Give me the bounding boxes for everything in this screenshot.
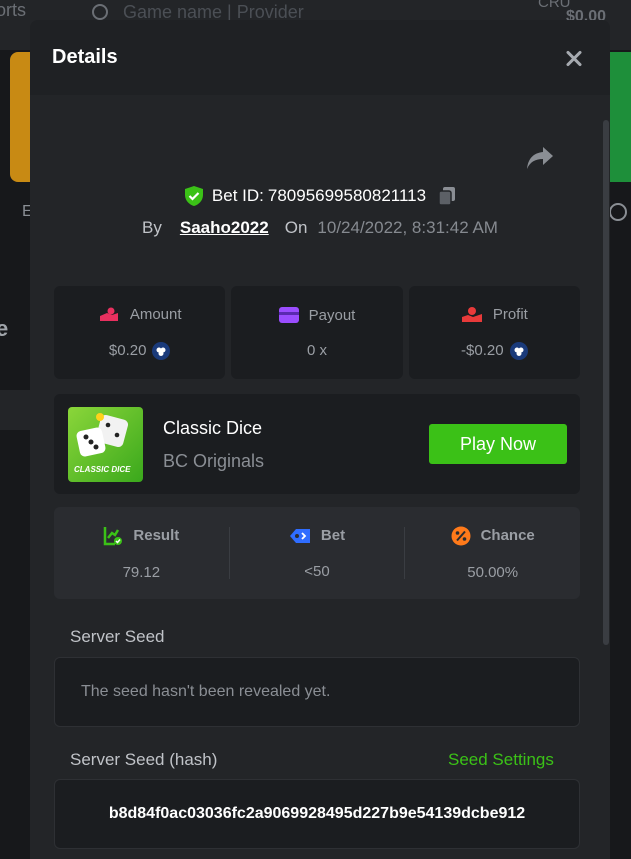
- background-game-card: [10, 52, 32, 182]
- bet-id-row: Bet ID: 78095699580821113: [30, 185, 610, 207]
- stat-value: $0.20: [108, 342, 147, 359]
- game-provider: BC Originals: [163, 451, 265, 471]
- play-now-button[interactable]: Play Now: [429, 424, 567, 464]
- search-icon: [92, 4, 108, 20]
- server-seed-field: The seed hasn't been revealed yet.: [54, 657, 580, 727]
- seed-settings-link[interactable]: Seed Settings: [448, 750, 554, 770]
- on-label: On: [284, 218, 308, 237]
- hand-profit-icon: [461, 306, 482, 322]
- stat-payout-header: Payout: [278, 306, 356, 324]
- game-card: CLASSIC DICE Classic Dice BC Originals P…: [54, 394, 580, 494]
- bet-author-row: By Saaho2022 On 10/24/2022, 8:31:42 AM: [30, 218, 610, 238]
- stat-profit-value-row: -$0.20: [461, 341, 528, 360]
- stat-profit: Profit -$0.20: [408, 286, 580, 379]
- stat-amount-header: Amount: [98, 306, 182, 324]
- stat-value: 79.12: [122, 563, 161, 581]
- background-panel: [0, 390, 30, 430]
- stat-bet-header: Bet: [289, 527, 345, 545]
- stat-bet: Bet <50: [228, 527, 405, 580]
- background-game-card: [609, 52, 631, 182]
- by-label: By: [142, 218, 162, 237]
- stat-amount-value-row: $0.20: [108, 341, 171, 360]
- cro-coin-icon: [509, 341, 528, 360]
- stat-label: Result: [133, 527, 180, 544]
- stat-chance: Chance 50.00%: [404, 526, 580, 581]
- server-seed-value: The seed hasn't been revealed yet.: [81, 683, 331, 700]
- copy-icon[interactable]: [438, 186, 456, 206]
- shield-check-icon: [184, 186, 203, 206]
- game-thumbnail[interactable]: CLASSIC DICE: [68, 407, 143, 482]
- stat-label: Bet: [320, 527, 346, 544]
- close-button[interactable]: [560, 44, 588, 72]
- stat-payout: Payout 0 x: [231, 286, 403, 379]
- share-icon[interactable]: [525, 145, 555, 171]
- stat-label: Profit: [492, 306, 528, 323]
- bet-stats: Amount $0.20 Payout 0 x Profit -$0.20: [54, 286, 580, 379]
- game-name: Classic Dice: [163, 418, 263, 438]
- stat-label: Payout: [308, 306, 356, 324]
- server-seed-hash-field[interactable]: b8d84f0ac03036fc2a9069928495d227b9e54139…: [54, 779, 580, 849]
- server-seed-hash-value: b8d84f0ac03036fc2a9069928495d227b9e54139…: [108, 805, 526, 822]
- stat-payout-value-row: 0 x: [307, 342, 327, 359]
- info-icon: [609, 203, 627, 221]
- game-thumbnail-label: CLASSIC DICE: [74, 465, 131, 474]
- background-label: e: [0, 316, 9, 341]
- stat-amount: Amount $0.20: [54, 286, 226, 379]
- stat-result-header: Result: [103, 526, 179, 546]
- modal-title: Details: [52, 46, 118, 68]
- stat-value: -$0.20: [461, 342, 504, 359]
- card-icon: [278, 307, 299, 323]
- server-seed-hash-label: Server Seed (hash): [70, 750, 218, 769]
- bet-id-label: Bet ID:: [211, 186, 264, 205]
- hand-coins-icon: [99, 307, 118, 321]
- bet-details-modal: Details Bet ID: 78095699580821113 By Saa…: [30, 20, 610, 859]
- stat-value: 0 x: [306, 341, 327, 359]
- username-link[interactable]: Saaho2022: [180, 218, 269, 238]
- percent-icon: [451, 526, 471, 545]
- server-seed-label: Server Seed: [70, 627, 165, 646]
- background-nav-item: orts: [0, 0, 27, 20]
- result-chart-icon: [104, 526, 123, 545]
- stat-value: <50: [304, 562, 330, 580]
- bet-id-value: 78095699580821113: [267, 186, 427, 205]
- bet-tag-icon: [289, 528, 310, 543]
- stat-label: Chance: [480, 527, 535, 544]
- bet-result-stats: Result 79.12 Bet <50 Chance 50.00%: [54, 507, 580, 599]
- stat-profit-header: Profit: [461, 306, 528, 324]
- stat-value: 50.00%: [467, 563, 519, 581]
- stat-chance-header: Chance: [451, 526, 535, 546]
- stat-label: Amount: [129, 306, 182, 323]
- stat-result: Result 79.12: [54, 526, 229, 581]
- cro-coin-icon: [152, 341, 171, 360]
- modal-header: Details: [30, 20, 610, 95]
- bet-datetime: 10/24/2022, 8:31:42 AM: [317, 218, 498, 237]
